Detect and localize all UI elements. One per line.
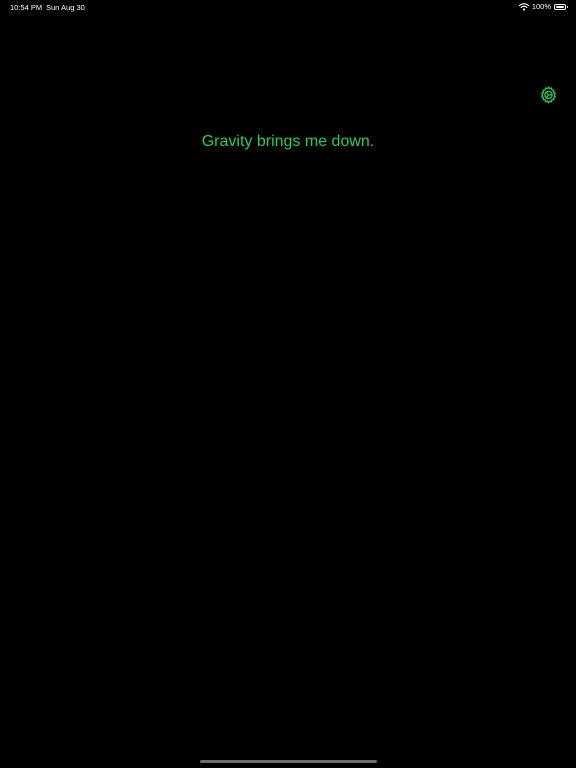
settings-button[interactable] — [539, 85, 558, 104]
battery-percent: 100% — [531, 2, 551, 11]
battery-fill — [556, 6, 564, 8]
battery-icon — [554, 4, 568, 10]
status-date: Sun Aug 30 — [46, 3, 85, 12]
wifi-icon — [518, 3, 529, 11]
status-time: 10:54 PM — [10, 3, 43, 12]
battery-cap — [566, 6, 568, 8]
app-screen: 10:54 PM Sun Aug 30 100% Gravity brings … — [0, 0, 576, 768]
status-bar: 10:54 PM Sun Aug 30 100% — [0, 0, 576, 14]
message-text: Gravity brings me down. — [201, 133, 375, 150]
gear-icon — [539, 85, 558, 104]
status-indicators: 100% — [518, 2, 568, 12]
home-indicator[interactable] — [200, 760, 377, 763]
